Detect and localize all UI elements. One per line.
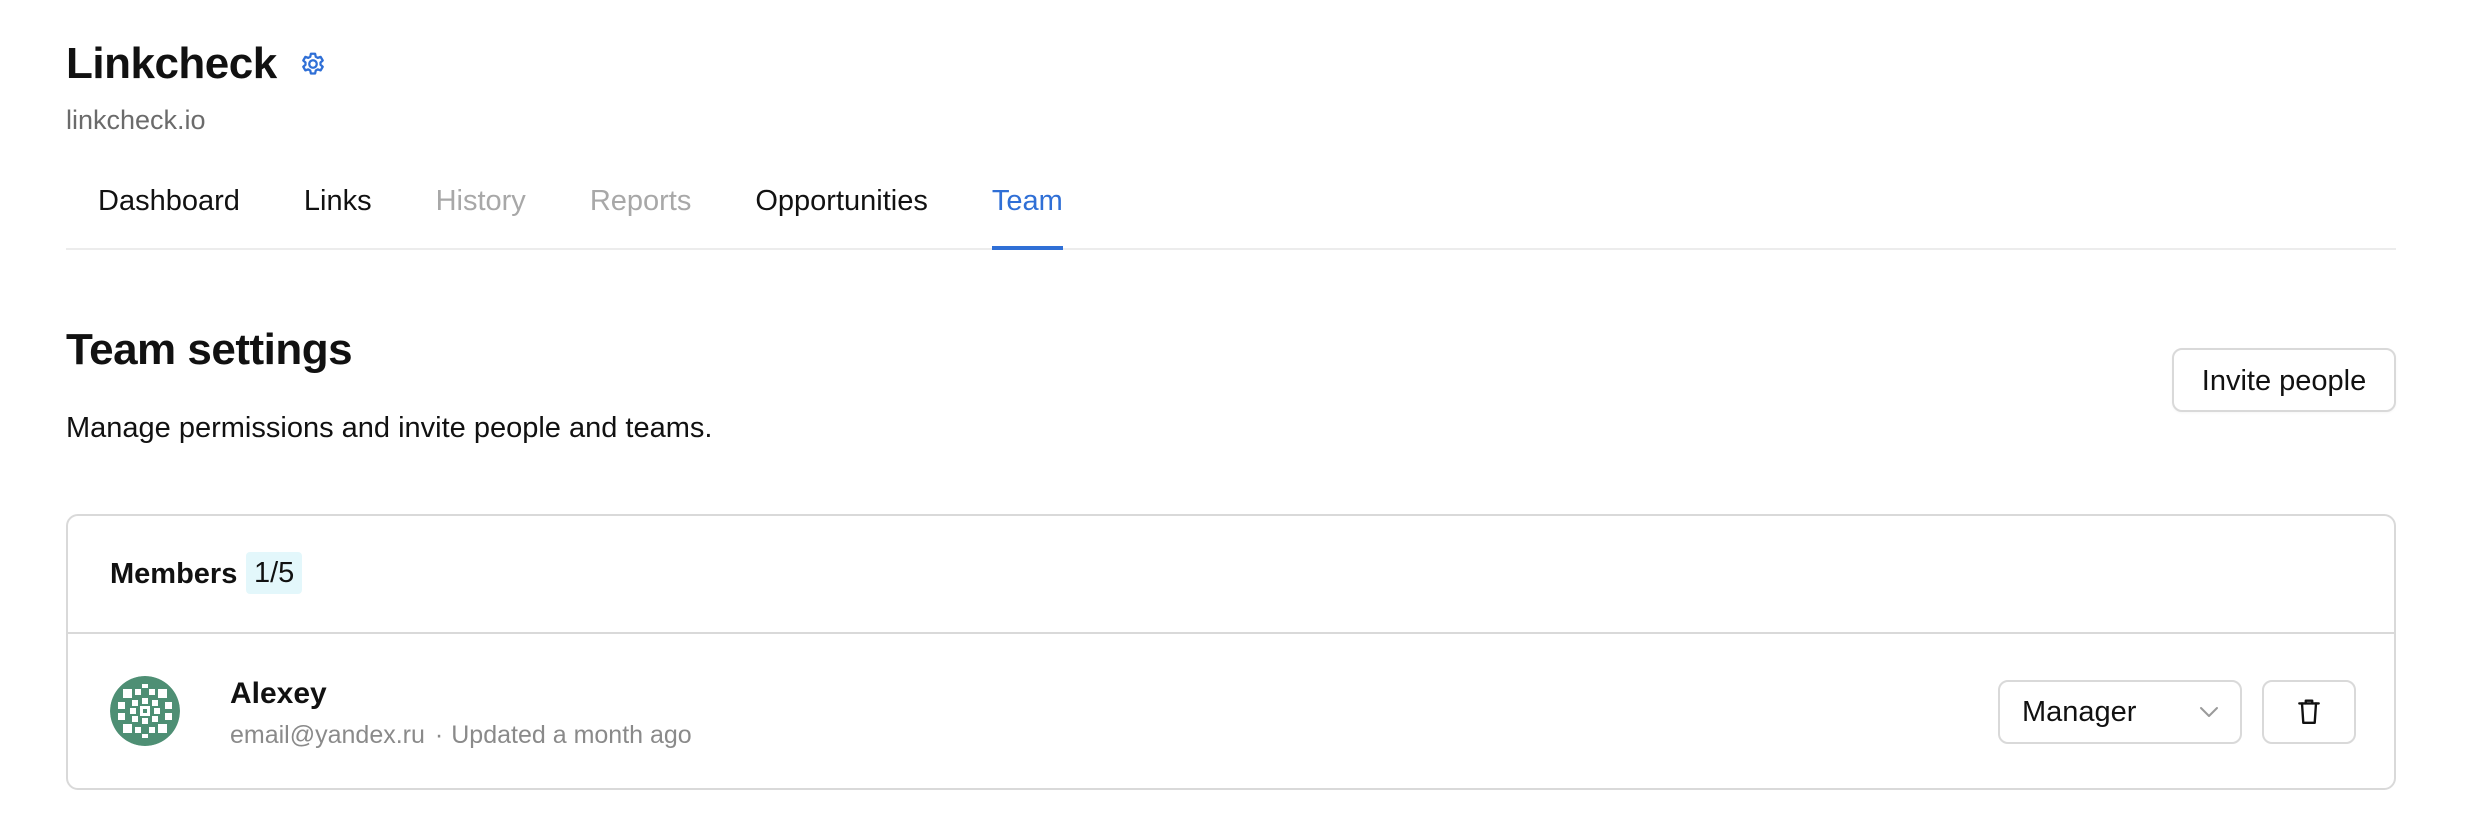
member-meta: email@yandex.ru · Updated a month ago	[230, 718, 692, 752]
members-count-badge: 1/5	[246, 552, 303, 594]
project-domain: linkcheck.io	[66, 105, 206, 135]
role-select-value: Manager	[2022, 696, 2137, 728]
tab-reports[interactable]: Reports	[558, 176, 724, 248]
members-header: Members 1/5	[68, 516, 2394, 634]
meta-separator: ·	[434, 721, 444, 749]
tab-dashboard[interactable]: Dashboard	[66, 176, 272, 248]
identicon-avatar	[110, 676, 180, 746]
member-email: email@yandex.ru	[230, 721, 425, 749]
delete-member-button[interactable]	[2262, 680, 2356, 744]
trash-icon	[2296, 698, 2322, 726]
team-settings-page: Linkcheck linkcheck.io Dashboard Links H…	[0, 0, 2472, 836]
page-title: Team settings	[66, 325, 353, 374]
tab-history[interactable]: History	[404, 176, 558, 248]
tab-team[interactable]: Team	[960, 176, 1095, 250]
members-card: Members 1/5 Alexey email@yandex.ru · Upd…	[66, 514, 2396, 790]
member-updated: Updated a month ago	[451, 721, 692, 749]
role-select[interactable]: Manager	[1998, 680, 2242, 744]
tab-opportunities[interactable]: Opportunities	[723, 176, 960, 248]
project-title: Linkcheck	[66, 39, 277, 88]
project-header: Linkcheck	[66, 36, 329, 92]
tab-links[interactable]: Links	[272, 176, 404, 248]
page-description: Manage permissions and invite people and…	[66, 412, 713, 444]
invite-people-button[interactable]: Invite people	[2172, 348, 2396, 412]
chevron-down-icon	[2198, 702, 2220, 722]
tab-bar: Dashboard Links History Reports Opportun…	[66, 176, 2396, 250]
member-name: Alexey	[230, 677, 327, 710]
member-row: Alexey email@yandex.ru · Updated a month a…	[68, 634, 2394, 790]
members-title: Members	[110, 558, 238, 590]
gear-icon[interactable]	[297, 48, 329, 80]
